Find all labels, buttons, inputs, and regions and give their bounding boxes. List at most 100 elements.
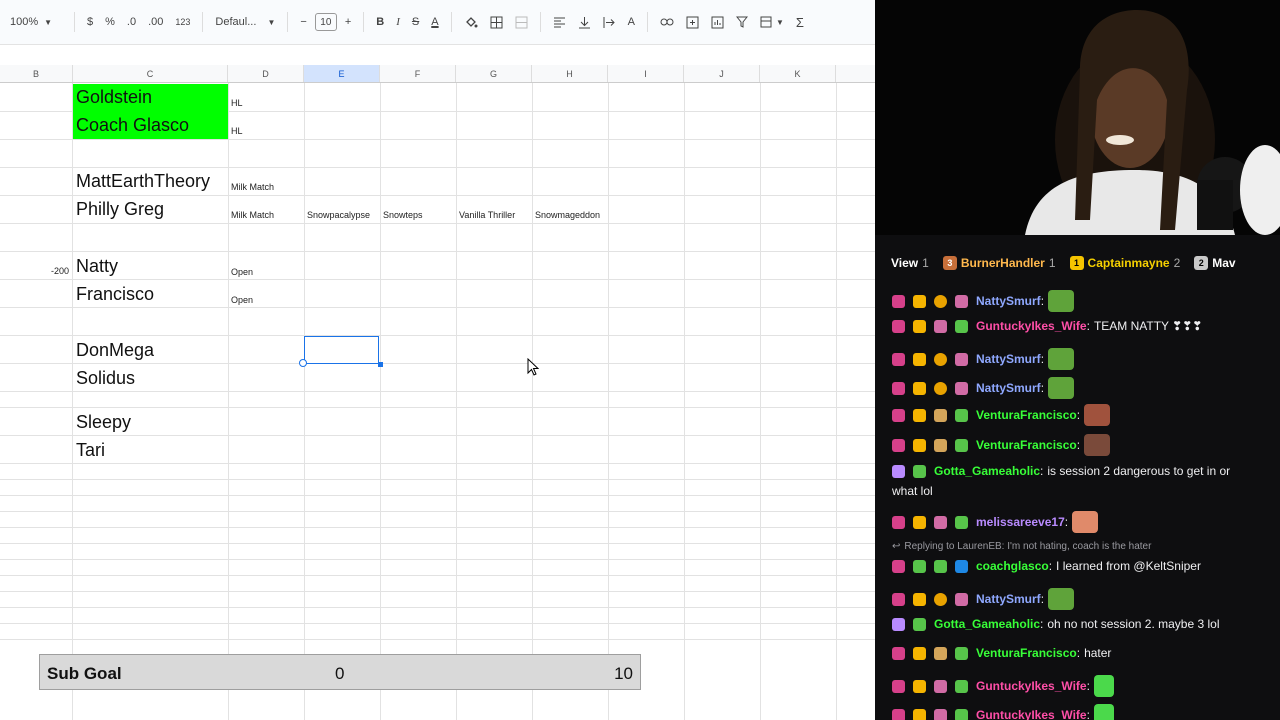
selected-cell-e[interactable] (304, 336, 379, 364)
cell-c-coach-glasco[interactable]: Coach Glasco (76, 115, 189, 136)
cell-e-snowpacalypse[interactable]: Snowpacalypse (307, 210, 370, 220)
comment-icon[interactable] (680, 10, 705, 34)
cell-d-hl[interactable]: HL (231, 126, 243, 136)
align-left-icon[interactable] (547, 10, 572, 34)
gift-leaderboard: View 1 3 BurnerHandler 1 1 Captainmayne … (875, 248, 1280, 278)
chat-username[interactable]: GuntuckyIkes_Wife (976, 319, 1087, 333)
chat-username[interactable]: GuntuckyIkes_Wife (976, 679, 1087, 693)
chat-colon: : (1040, 617, 1044, 631)
chat-username[interactable]: melissareeve17 (976, 515, 1065, 529)
column-header-j[interactable]: J (684, 65, 760, 82)
grid-line (0, 139, 875, 140)
chat-username[interactable]: NattySmurf (976, 592, 1041, 606)
chat-username[interactable]: coachglasco (976, 559, 1049, 573)
chat-username[interactable]: VenturaFrancisco (976, 408, 1077, 422)
link-icon[interactable] (654, 10, 680, 34)
cell-c-goldstein[interactable]: Goldstein (76, 87, 152, 108)
cell-c-francisco[interactable]: Francisco (76, 284, 154, 305)
leaderboard-count: 1 (922, 256, 929, 270)
currency-button[interactable]: $ (81, 10, 99, 34)
grid-line (0, 463, 875, 464)
strikethrough-button[interactable]: S (406, 10, 425, 34)
font-size-field[interactable]: 10 (313, 10, 339, 34)
grid-line (456, 83, 457, 720)
cell-d-hl[interactable]: HL (231, 98, 243, 108)
chat-username[interactable]: NattySmurf (976, 352, 1041, 366)
cell-g-vanilla-thriller[interactable]: Vanilla Thriller (459, 210, 515, 220)
cell-c-donmega[interactable]: DonMega (76, 340, 154, 361)
merge-cells-icon[interactable] (509, 10, 534, 34)
drag-handle-icon[interactable] (299, 359, 307, 367)
crown-badge-icon (913, 294, 926, 308)
column-header-c[interactable]: C (73, 65, 228, 82)
decrease-decimal-button[interactable]: .0 (121, 10, 142, 34)
sub-badge-icon (892, 381, 905, 395)
font-size-decrease-button[interactable]: − (294, 10, 312, 34)
italic-button[interactable]: I (390, 10, 406, 34)
grid-line (760, 83, 761, 720)
bold-button[interactable]: B (370, 10, 390, 34)
text-rotation-icon[interactable]: A (622, 10, 641, 34)
chat-username[interactable]: Gotta_Gameaholic (934, 464, 1040, 478)
grid-line (0, 435, 875, 436)
fill-handle[interactable] (378, 362, 383, 367)
borders-icon[interactable] (484, 10, 509, 34)
column-header-f[interactable]: F (380, 65, 456, 82)
column-header-l[interactable] (836, 65, 875, 82)
cell-d-milk-match[interactable]: Milk Match (231, 210, 274, 220)
font-size-increase-button[interactable]: + (339, 10, 357, 34)
chat-username[interactable]: VenturaFrancisco (976, 438, 1077, 452)
chat-username[interactable]: NattySmurf (976, 381, 1041, 395)
filter-icon[interactable] (730, 10, 754, 34)
column-header-h[interactable]: H (532, 65, 608, 82)
fill-color-icon[interactable] (458, 10, 484, 34)
chat-message: VenturaFrancisco: hater (892, 646, 1270, 660)
cell-b-value[interactable]: -200 (51, 266, 69, 276)
text-color-button[interactable]: A (425, 10, 444, 34)
column-header-i[interactable]: I (608, 65, 684, 82)
cell-h-snowmageddon[interactable]: Snowmageddon (535, 210, 600, 220)
cell-d-milk-match[interactable]: Milk Match (231, 182, 274, 192)
cell-c-mattearththeory[interactable]: MattEarthTheory (76, 171, 210, 192)
divider (646, 12, 648, 32)
sub-badge-icon (892, 708, 905, 720)
functions-icon[interactable]: Σ (790, 10, 810, 34)
cell-c-philly-greg[interactable]: Philly Greg (76, 199, 164, 220)
grid-line (0, 591, 875, 592)
cell-c-sleepy[interactable]: Sleepy (76, 412, 131, 433)
chat-username[interactable]: VenturaFrancisco (976, 646, 1077, 660)
column-header-e[interactable]: E (304, 65, 380, 82)
column-header-g[interactable]: G (456, 65, 532, 82)
column-header-d[interactable]: D (228, 65, 304, 82)
chat-username[interactable]: NattySmurf (976, 294, 1041, 308)
crown-badge-icon (913, 646, 926, 660)
column-header-b[interactable]: B (0, 65, 73, 82)
rank-badge-icon: 3 (942, 256, 957, 270)
star-badge-icon (955, 408, 968, 422)
sub-badge-icon (892, 438, 905, 452)
cell-f-snowteps[interactable]: Snowteps (383, 210, 423, 220)
number-format-button[interactable]: 123 (169, 10, 196, 34)
chat-username[interactable]: GuntuckyIkes_Wife (976, 708, 1087, 720)
filter-views-icon[interactable]: ▼ (754, 10, 790, 34)
grid-line (380, 83, 381, 720)
divider (363, 12, 365, 32)
percent-button[interactable]: % (99, 10, 121, 34)
cell-d-open[interactable]: Open (231, 295, 253, 305)
column-header-k[interactable]: K (760, 65, 836, 82)
zoom-select[interactable]: 100% ▼ (0, 10, 68, 34)
pepe-emote-icon (1048, 348, 1075, 370)
font-select[interactable]: Defaul... ▼ (209, 10, 281, 34)
increase-decimal-button[interactable]: .00 (142, 10, 169, 34)
vertical-align-icon[interactable] (572, 10, 597, 34)
text-wrap-icon[interactable] (597, 10, 622, 34)
sub-badge-icon (892, 646, 905, 660)
cell-c-solidus[interactable]: Solidus (76, 368, 135, 389)
chevron-down-icon: ▼ (267, 17, 276, 27)
crown-badge-icon (913, 352, 926, 366)
chart-icon[interactable] (705, 10, 730, 34)
cell-c-tari[interactable]: Tari (76, 440, 105, 461)
cell-c-natty[interactable]: Natty (76, 256, 118, 277)
cell-d-open[interactable]: Open (231, 267, 253, 277)
chat-username[interactable]: Gotta_Gameaholic (934, 617, 1040, 631)
